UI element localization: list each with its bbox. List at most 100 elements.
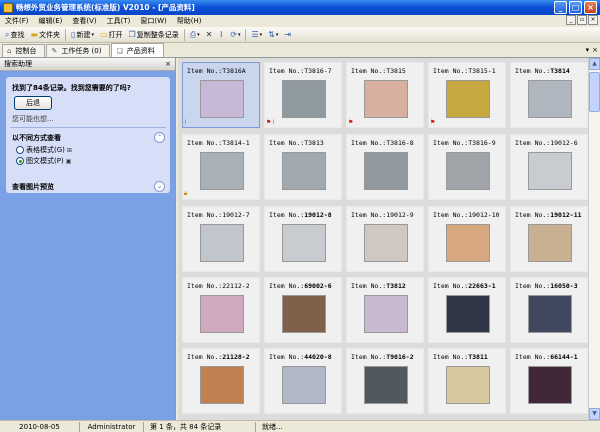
delete-button[interactable]: ✕ [203, 28, 217, 42]
refresh-icon: ⟳ [230, 30, 237, 39]
radio-table[interactable] [16, 146, 24, 154]
product-item[interactable]: Item No.:T3814 [510, 62, 588, 128]
tab-tasks[interactable]: ✎ 工作任务 (0) [46, 44, 111, 57]
scroll-up-icon[interactable]: ▲ [589, 58, 600, 70]
product-item[interactable]: Item No.:69002-6 [264, 277, 342, 343]
product-item[interactable]: Item No.:19012-7 [182, 206, 260, 272]
product-item[interactable]: Item No.:22112-2 [182, 277, 260, 343]
preview-heading[interactable]: 查看图片预览 [12, 182, 54, 192]
attach-button[interactable]: ⌇ [216, 28, 227, 42]
product-item[interactable]: Item No.:66144-1 [510, 348, 588, 414]
expand-icon[interactable]: ⌄ [154, 181, 165, 192]
tab-close-icon[interactable]: × [592, 46, 598, 54]
item-number-label: Item No.:16050-3 [515, 282, 578, 290]
view-button[interactable]: ☰ ▾ [248, 28, 265, 42]
mdi-restore-button[interactable]: ▫ [577, 15, 587, 25]
product-item[interactable]: Item No.:T9016-2 [346, 348, 424, 414]
tab-products[interactable]: ❏ 产品资料 [111, 43, 164, 57]
new-button[interactable]: ▯ 新建 ▾ [68, 28, 97, 42]
minimize-button[interactable]: _ [554, 1, 567, 14]
product-item[interactable]: Item No.:T3816A ⌇ [182, 62, 260, 128]
product-thumbnail [446, 152, 490, 190]
exit-button[interactable]: ⇥ [281, 28, 295, 42]
mdi-close-button[interactable]: × [588, 15, 598, 25]
new-document-icon: ▯ [71, 30, 76, 39]
status-date: 2010-08-05 [0, 421, 80, 432]
picture-mode-option[interactable]: 图文模式(P) ▣ [16, 156, 71, 166]
product-item[interactable]: Item No.:16050-3 [510, 277, 588, 343]
product-item[interactable]: Item No.:T3816-7 ⚑ ⌇ [264, 62, 342, 128]
item-number-label: Item No.:T3816-8 [351, 139, 414, 147]
status-user: Administrator [80, 421, 144, 432]
product-item[interactable]: Item No.:44020-8 [264, 348, 342, 414]
product-item[interactable]: Item No.:T3816-8 [346, 134, 424, 200]
product-item[interactable]: Item No.:T3814-1 🔒︎ [182, 134, 260, 200]
attachment-icon: ⌇ [184, 119, 187, 126]
suggestion-link[interactable]: 您可能也想... [12, 114, 54, 124]
product-item[interactable]: Item No.:21128-2 [182, 348, 260, 414]
product-item[interactable]: Item No.:19012-6 [510, 134, 588, 200]
scroll-down-icon[interactable]: ▼ [589, 408, 600, 420]
open-button[interactable]: ▭ 打开 [97, 28, 126, 42]
product-item[interactable]: Item No.:T3813 [264, 134, 342, 200]
menu-edit[interactable]: 编辑(E) [34, 16, 68, 26]
sort-button[interactable]: ⇅ ▾ [265, 28, 281, 42]
vertical-scrollbar[interactable]: ▲ ▼ [588, 58, 600, 420]
product-item[interactable]: Item No.:22663-1 [428, 277, 506, 343]
table-mode-option[interactable]: 表格模式(G) ⊞ [16, 145, 72, 155]
print-button[interactable]: ⎙ ▾ [187, 28, 203, 42]
menu-help[interactable]: 帮助(H) [172, 16, 207, 26]
item-number-label: Item No.:T3811 [433, 353, 488, 361]
search-button[interactable]: ⌕ 查找 [2, 28, 27, 42]
back-button[interactable]: 后退 [14, 96, 52, 110]
product-thumbnail [282, 152, 326, 190]
product-item[interactable]: Item No.:T3815 ⚑ [346, 62, 424, 128]
product-thumbnail [200, 366, 244, 404]
view-list-icon: ☰ [251, 30, 259, 39]
mdi-minimize-button[interactable]: _ [566, 15, 576, 25]
product-item[interactable]: Item No.:T3811 [428, 348, 506, 414]
menu-view[interactable]: 查看(V) [67, 16, 101, 26]
view-mode-heading: 以不同方式查看 [12, 134, 61, 142]
item-number-label: Item No.:19012-11 [515, 211, 582, 219]
item-number-label: Item No.:T3816-9 [433, 139, 496, 147]
product-thumbnail [282, 224, 326, 262]
flag-icon: ⚑ [348, 119, 354, 126]
item-number-label: Item No.:19012-9 [351, 211, 414, 219]
product-thumbnail [528, 152, 572, 190]
folder-button[interactable]: ▬ 文件夹 [27, 28, 63, 42]
radio-picture[interactable] [16, 157, 24, 165]
product-thumbnail [200, 152, 244, 190]
menu-file[interactable]: 文件(F) [0, 16, 34, 26]
sort-icon: ⇅ [268, 30, 275, 39]
tab-list-icon[interactable]: ▾ [586, 46, 590, 54]
close-button[interactable]: × [584, 1, 597, 14]
product-item[interactable]: Item No.:19012-11 [510, 206, 588, 272]
product-thumbnail [364, 80, 408, 118]
product-item[interactable]: Item No.:19012-9 [346, 206, 424, 272]
product-item[interactable]: Item No.:T3815-1 ⚑ [428, 62, 506, 128]
home-icon: ⌂ [7, 47, 12, 55]
maximize-button[interactable]: □ [569, 1, 582, 14]
product-thumbnail [528, 295, 572, 333]
product-item[interactable]: Item No.:T3812 [346, 277, 424, 343]
menu-tools[interactable]: 工具(T) [102, 16, 136, 26]
product-item[interactable]: Item No.:T3816-9 [428, 134, 506, 200]
found-text: 找到了84条记录。找到您需要的了吗? [12, 84, 131, 92]
product-thumbnail [200, 80, 244, 118]
copy-record-button[interactable]: ❐ 复制整条记录 [126, 28, 182, 42]
refresh-button[interactable]: ⟳ ▾ [227, 28, 243, 42]
collapse-icon[interactable]: ⌃ [154, 132, 165, 143]
product-item[interactable]: Item No.:19012-8 [264, 206, 342, 272]
item-number-label: Item No.:T3812 [351, 282, 406, 290]
item-number-label: Item No.:T3816A [187, 67, 246, 75]
menu-window[interactable]: 窗口(W) [135, 16, 171, 26]
status-state: 就绪... [262, 422, 283, 431]
product-thumbnail [364, 152, 408, 190]
panel-close-icon[interactable]: × [165, 60, 171, 68]
product-item[interactable]: Item No.:19012-10 [428, 206, 506, 272]
paperclip-icon: ⌇ [219, 30, 224, 39]
tab-console[interactable]: ⌂ 控制台 [2, 44, 46, 57]
scroll-thumb[interactable] [589, 72, 600, 112]
panel-title: 搜索助理 [4, 60, 32, 68]
